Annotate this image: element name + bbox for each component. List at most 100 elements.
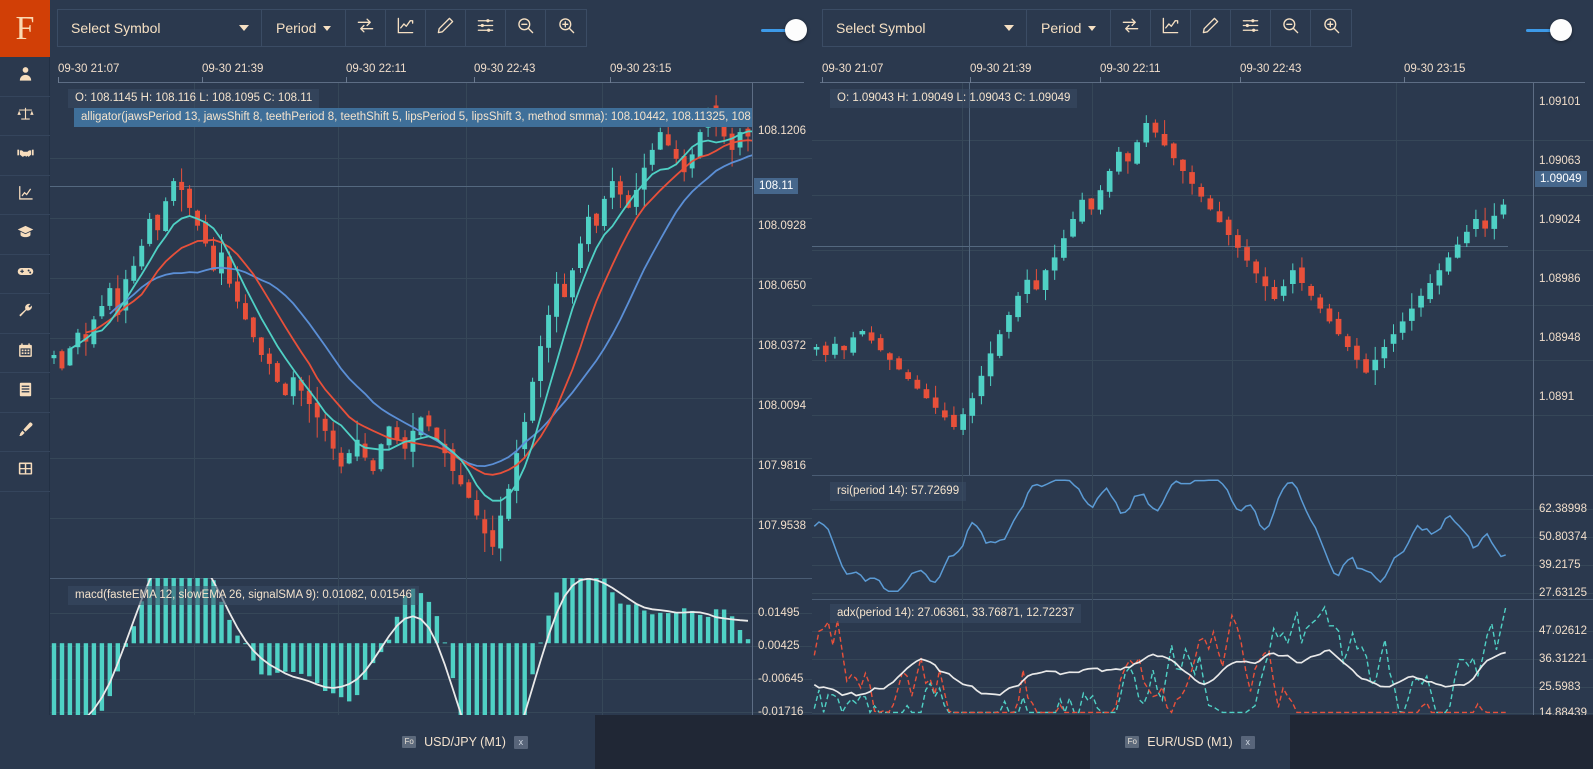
indicators-button-right[interactable] (1151, 10, 1191, 46)
price-chart-usdjpy[interactable]: O: 108.1145 H: 108.116 L: 108.1095 C: 10… (50, 83, 812, 578)
adx-chart-eurusd[interactable]: adx(period 14): 27.06361, 33.76871, 12.7… (812, 599, 1593, 715)
rsi-tick: 62.38998 (1539, 503, 1587, 515)
indicators-button-left[interactable] (386, 10, 426, 46)
rsi-series (812, 475, 1508, 599)
draw-button-right[interactable] (1191, 10, 1231, 46)
period-select-left[interactable]: Period (262, 10, 346, 46)
settings-button-right[interactable] (1231, 10, 1271, 46)
period-select-right-label: Period (1041, 20, 1081, 36)
draw-button-left[interactable] (426, 10, 466, 46)
time-label: 09-30 21:39 (970, 63, 1031, 75)
chevron-down-icon (239, 25, 249, 31)
price-axis-right: 1.09101 1.09063 1.09049 1.09024 1.08986 … (1533, 83, 1593, 475)
price-tick: 108.0094 (758, 400, 806, 412)
zoom-in-icon (1322, 16, 1341, 40)
adx-axis: 47.02612 36.31221 25.5983 14.88439 (1533, 599, 1593, 715)
price-tick: 107.9816 (758, 460, 806, 472)
current-price-left: 108.11 (754, 178, 798, 194)
price-tick: 108.0372 (758, 340, 806, 352)
time-label: 09-30 21:07 (822, 63, 883, 75)
chart-line-icon (1161, 16, 1180, 40)
sidebar-item-layout[interactable] (0, 452, 50, 492)
zoom-out-button-left[interactable] (506, 10, 546, 46)
time-label: 09-30 23:15 (1404, 63, 1465, 75)
swap-button-right[interactable] (1111, 10, 1151, 46)
app-logo[interactable]: F (0, 0, 50, 57)
price-axis-left: 108.1206 108.11 108.0928 108.0650 108.03… (752, 83, 812, 578)
settings-button-left[interactable] (466, 10, 506, 46)
price-tick: 1.09101 (1539, 96, 1581, 108)
rsi-tick: 39.2175 (1539, 559, 1581, 571)
price-tick: 1.0891 (1539, 391, 1574, 403)
taskbar-window-eurusd[interactable]: Fo EUR/USD (M1) x (1090, 715, 1290, 769)
price-tick: 108.0928 (758, 220, 806, 232)
time-label: 09-30 22:11 (346, 63, 407, 75)
swap-button-left[interactable] (346, 10, 386, 46)
macd-tick: 0.01495 (758, 607, 800, 619)
book-icon (17, 381, 34, 403)
zoom-in-button-left[interactable] (546, 10, 586, 46)
brush-icon (17, 421, 34, 443)
swap-icon (1121, 16, 1140, 40)
adx-series (812, 599, 1508, 715)
close-icon[interactable]: x (1241, 736, 1255, 749)
calendar-icon (17, 342, 34, 364)
chart-icon (17, 184, 34, 206)
time-label: 09-30 22:43 (474, 63, 535, 75)
sidebar-item-analytics[interactable] (0, 176, 50, 216)
period-select-right[interactable]: Period (1027, 10, 1111, 46)
sidebar-item-partnership[interactable] (0, 136, 50, 176)
toolbar-left: Select Symbol Period (57, 9, 587, 47)
window-icon: Fo (402, 736, 416, 748)
price-tick: 1.09063 (1539, 155, 1581, 167)
zoom-out-button-right[interactable] (1271, 10, 1311, 46)
time-label: 09-30 21:07 (58, 63, 119, 75)
sidebar-item-drawing[interactable] (0, 413, 50, 453)
macd-chart-usdjpy[interactable]: macd(fasteEMA 12, slowEMA 26, signalSMA … (50, 578, 812, 715)
close-icon[interactable]: x (514, 736, 528, 749)
pencil-icon (436, 16, 455, 40)
chevron-down-icon (1004, 25, 1014, 31)
adx-tick: 25.5983 (1539, 681, 1581, 693)
handshake-icon (17, 144, 34, 166)
trading-platform: F (0, 0, 1593, 769)
taskbar-window-usdjpy[interactable]: Fo USD/JPY (M1) x (335, 715, 595, 769)
sidebar-item-balance[interactable] (0, 97, 50, 137)
price-tick: 107.9538 (758, 520, 806, 532)
symbol-select-left[interactable]: Select Symbol (58, 10, 262, 46)
symbol-select-right[interactable]: Select Symbol (823, 10, 1027, 46)
symbol-select-left-label: Select Symbol (71, 20, 160, 36)
macd-tick: -0.01716 (758, 706, 803, 715)
sidebar-item-profile[interactable] (0, 57, 50, 97)
graduation-cap-icon (17, 223, 34, 245)
window-title: EUR/USD (M1) (1147, 735, 1232, 749)
sidebar-item-tools[interactable] (0, 294, 50, 334)
zoom-in-button-right[interactable] (1311, 10, 1351, 46)
toolbar-right: Select Symbol Period (822, 9, 1352, 47)
rsi-chart-eurusd[interactable]: rsi(period 14): 57.72699 62.38998 50.803… (812, 475, 1593, 599)
scales-icon (17, 105, 34, 127)
chart-toggle-left[interactable] (761, 19, 807, 41)
price-tick: 1.09024 (1539, 214, 1581, 226)
window-icon: Fo (1125, 736, 1139, 748)
toolbar-left-group: Select Symbol Period (57, 9, 587, 47)
taskbar-sidebar-pad (0, 715, 50, 769)
chart-panel-usdjpy[interactable]: 09-30 21:07 09-30 21:39 09-30 22:11 09-3… (50, 57, 812, 715)
chart-toggle-right[interactable] (1526, 19, 1572, 41)
pencil-icon (1201, 16, 1220, 40)
sidebar-item-news[interactable] (0, 373, 50, 413)
wrench-icon (17, 302, 34, 324)
chart-panel-eurusd[interactable]: 09-30 21:07 09-30 21:39 09-30 22:11 09-3… (812, 57, 1593, 715)
price-tick: 1.08986 (1539, 273, 1581, 285)
price-tick: 1.08948 (1539, 332, 1581, 344)
price-series-eurusd (812, 83, 1508, 475)
sidebar-item-calendar[interactable] (0, 334, 50, 374)
sidebar-item-education[interactable] (0, 215, 50, 255)
gamepad-icon (17, 263, 34, 285)
chart-line-icon (396, 16, 415, 40)
rsi-tick: 27.63125 (1539, 587, 1587, 599)
sidebar-item-contest[interactable] (0, 255, 50, 295)
price-chart-eurusd[interactable]: O: 1.09043 H: 1.09049 L: 1.09043 C: 1.09… (812, 83, 1593, 475)
toggle-knob (1550, 19, 1572, 41)
chevron-down-icon (1088, 26, 1096, 31)
